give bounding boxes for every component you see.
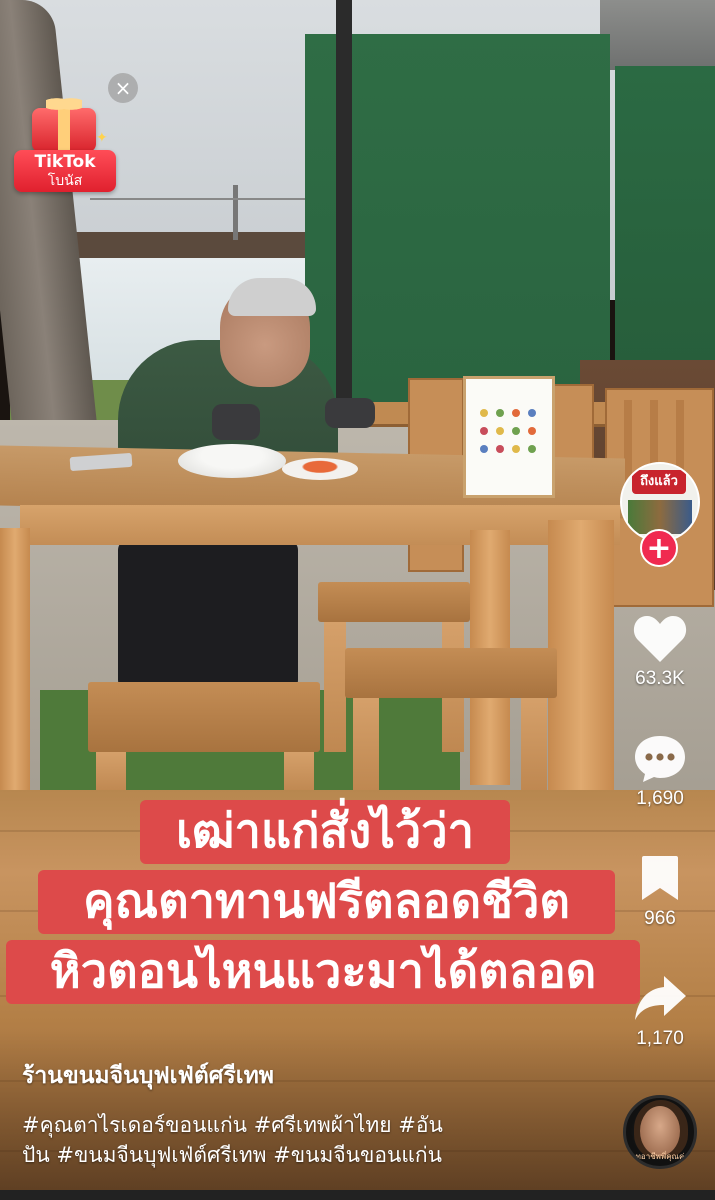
- account-name[interactable]: ร้านขนมจีนบุฟเฟ่ต์ศรีเทพ: [22, 1058, 274, 1094]
- bottom-nav-edge: [0, 1190, 715, 1200]
- left-glove: [212, 404, 260, 440]
- post-hashtags[interactable]: #คุณตาไรเดอร์ขอนแก่น #ศรีเทพผ้าไทย #อัน …: [22, 1110, 542, 1170]
- caption-line: เฒ่าแก่สั่งไว้ว่า: [140, 800, 510, 864]
- hashtag-line[interactable]: ปัน #ขนมจีนบุฟเฟ่ต์ศรีเทพ #ขนมจีนขอนแก่น: [22, 1140, 542, 1170]
- table-apron: [20, 505, 620, 545]
- bonus-label: TikTok โบนัส: [14, 150, 116, 192]
- wooden-stool: [88, 682, 320, 792]
- person-hair: [228, 278, 316, 316]
- save-button[interactable]: 966: [615, 852, 705, 930]
- noodle-bowl: [178, 444, 286, 478]
- share-count: 1,170: [636, 1028, 684, 1049]
- vegetable-plate: [282, 458, 358, 480]
- caption-line: คุณตาทานฟรีตลอดชีวิต: [38, 870, 615, 934]
- bookmark-icon: [642, 856, 678, 900]
- wooden-stool: [345, 648, 557, 790]
- roof-frame: [600, 0, 715, 70]
- bonus-subtitle: โบนัส: [47, 173, 83, 189]
- avatar-banner-text: ถึงแล้ว: [632, 470, 686, 494]
- utility-pole: [233, 185, 238, 240]
- save-count: 966: [644, 908, 676, 929]
- close-icon[interactable]: ×: [108, 73, 138, 103]
- gift-ribbon: [58, 108, 70, 152]
- share-icon: [635, 976, 686, 1020]
- comment-button[interactable]: 1,690: [615, 732, 705, 810]
- heart-icon: [633, 616, 687, 662]
- right-glove: [325, 398, 375, 428]
- music-disc-text: ทอาชีพพี่คุณค่: [635, 1152, 685, 1161]
- green-canvas-panel: [615, 66, 715, 366]
- power-line: [90, 198, 320, 200]
- table-leg: [0, 528, 30, 794]
- comment-icon: [635, 736, 685, 782]
- like-button[interactable]: 63.3K: [615, 612, 705, 690]
- menu-stand: [463, 376, 555, 498]
- music-disc[interactable]: ทอาชีพพี่คุณค่: [623, 1095, 697, 1169]
- disc-avatar-face: [640, 1106, 680, 1156]
- share-button[interactable]: 1,170: [615, 972, 705, 1050]
- tiktok-bonus-widget[interactable]: ✦ ✦ TikTok โบนัส: [12, 90, 120, 202]
- person-legs: [118, 540, 298, 690]
- comment-count: 1,690: [636, 788, 684, 809]
- table-leg: [548, 520, 614, 790]
- caption-line: หิวตอนไหนแวะมาได้ตลอด: [6, 940, 640, 1004]
- steel-post: [336, 0, 352, 410]
- like-count: 63.3K: [635, 668, 685, 689]
- gift-bow: [46, 94, 82, 114]
- bonus-title: TikTok: [34, 152, 96, 172]
- follow-button[interactable]: +: [640, 529, 678, 567]
- sparkle-icon: ✦: [96, 130, 108, 146]
- hashtag-line[interactable]: #คุณตาไรเดอร์ขอนแก่น #ศรีเทพผ้าไทย #อัน: [22, 1110, 542, 1140]
